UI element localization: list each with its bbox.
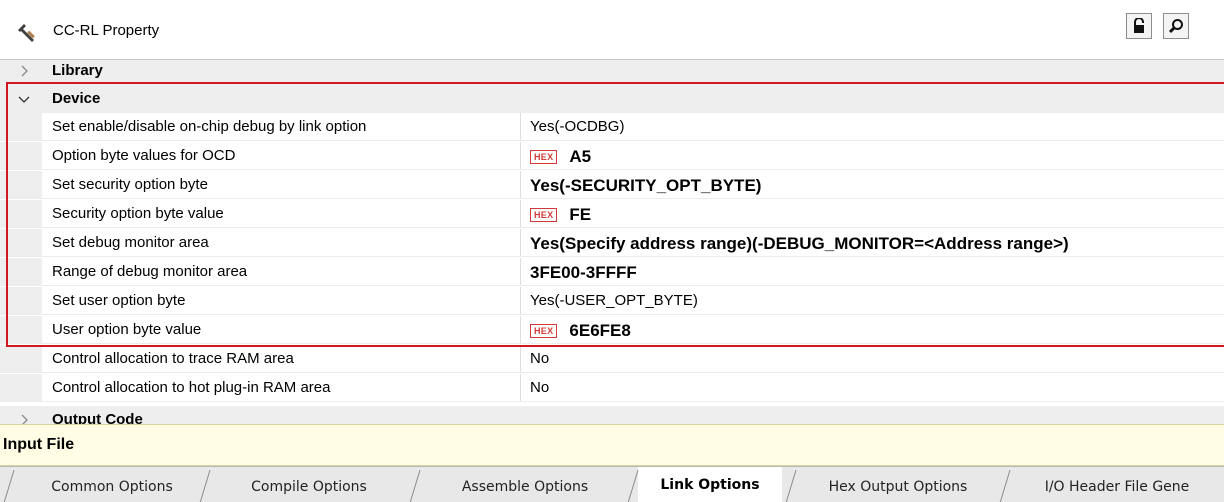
property-row[interactable]: Set user option byte Yes(-USER_OPT_BYTE) [0,287,1224,315]
property-name: Set debug monitor area [52,234,209,251]
chevron-right-icon [21,414,28,424]
row-indent-gutter [0,258,42,285]
column-divider [520,374,521,401]
property-value: 6E6FE8 [569,321,631,340]
property-grid: Library Device Set enable/disable on-chi… [0,60,1224,424]
property-name: Control allocation to hot plug-in RAM ar… [52,379,331,396]
property-value-cell[interactable]: HEX A5 [530,147,591,167]
property-row[interactable]: Control allocation to trace RAM area No [0,345,1224,373]
tab-separator [409,470,421,502]
property-value: Yes(Specify address range)(-DEBUG_MONITO… [530,234,1069,253]
row-indent-gutter [0,316,42,343]
tab-strip: Common Options Compile Options Assemble Op… [0,466,1224,502]
property-row[interactable]: User option byte value HEX 6E6FE8 [0,316,1224,344]
category-label: Library [52,62,103,79]
property-value: Yes(-SECURITY_OPT_BYTE) [530,176,762,195]
property-name: User option byte value [52,321,202,338]
lock-button[interactable] [1126,13,1152,39]
property-value-cell[interactable]: No [530,350,549,367]
column-divider [520,200,521,227]
tab-separator [3,470,15,502]
description-panel: Input File [0,424,1224,466]
search-button[interactable] [1163,13,1189,39]
column-divider [520,258,521,285]
hex-badge-icon: HEX [530,324,558,338]
category-label: Device [52,90,101,107]
property-value: Yes(-USER_OPT_BYTE) [530,292,698,309]
property-value-cell[interactable]: Yes(-USER_OPT_BYTE) [530,292,698,309]
property-row[interactable]: Range of debug monitor area 3FE00-3FFFF [0,258,1224,286]
column-divider [520,171,521,198]
property-name: Option byte values for OCD [52,147,236,164]
tab-common-options[interactable]: Common Options [14,470,210,502]
property-value-cell[interactable]: HEX FE [530,205,591,225]
column-divider [520,345,521,372]
hex-badge-icon: HEX [530,150,558,164]
property-value: FE [569,205,592,224]
property-row[interactable]: Set security option byte Yes(-SECURITY_OP… [0,171,1224,199]
column-divider [520,142,521,169]
row-indent-gutter [0,345,42,372]
magnifier-icon [1168,19,1183,34]
tab-separator [999,470,1011,502]
category-output-code[interactable]: Output Code [0,406,1224,424]
column-divider [520,113,521,140]
tab-compile-options[interactable]: Compile Options [210,470,408,502]
property-name: Set user option byte [52,292,186,309]
row-indent-gutter [0,229,42,256]
property-name: Set security option byte [52,176,208,193]
property-value: No [530,350,550,367]
tab-separator [199,470,211,502]
property-row[interactable]: Set enable/disable on-chip debug by link… [0,113,1224,141]
tab-assemble-options[interactable]: Assemble Options [420,470,630,502]
category-label: Output Code [52,411,143,424]
chevron-down-icon [18,96,30,103]
row-indent-gutter [0,142,42,169]
hex-badge-icon: HEX [530,208,558,222]
tab-hex-output-options[interactable]: Hex Output Options [796,470,1000,502]
row-indent-gutter [0,287,42,314]
property-value-cell[interactable]: HEX 6E6FE8 [530,321,631,341]
property-value: No [530,379,550,396]
property-value-cell[interactable]: Yes(-OCDBG) [530,118,624,135]
property-value-cell[interactable]: 3FE00-3FFFF [530,263,637,283]
property-name: Range of debug monitor area [52,263,248,280]
property-titlebar: CC-RL Property [0,0,1224,60]
window-title: CC-RL Property [53,22,160,39]
property-value: A5 [569,147,592,166]
tab-separator [785,470,797,502]
property-value-cell[interactable]: Yes(-SECURITY_OPT_BYTE) [530,176,761,196]
column-divider [520,316,521,343]
category-library[interactable]: Library [0,60,1224,85]
property-name: Set enable/disable on-chip debug by link… [52,118,367,135]
tab-i-o-header-file-gene[interactable]: I/O Header File Gene [1010,470,1224,502]
row-indent-gutter [0,171,42,198]
hammer-icon [18,24,35,42]
property-value: Yes(-OCDBG) [530,118,625,135]
property-row[interactable]: Option byte values for OCD HEX A5 [0,142,1224,170]
row-indent-gutter [0,113,42,140]
property-value-cell[interactable]: No [530,379,549,396]
property-value: 3FE00-3FFFF [530,263,637,282]
property-name: Security option byte value [52,205,224,222]
property-row[interactable]: Security option byte value HEX FE [0,200,1224,228]
column-divider [520,287,521,314]
row-indent-gutter [0,374,42,401]
tab-separator [627,470,639,502]
chevron-right-icon [21,65,28,77]
row-indent-gutter [0,200,42,227]
lock-icon [1134,18,1144,33]
property-row[interactable]: Control allocation to hot plug-in RAM ar… [0,374,1224,402]
column-divider [520,229,521,256]
property-row[interactable]: Set debug monitor area Yes(Specify addres… [0,229,1224,257]
property-value-cell[interactable]: Yes(Specify address range)(-DEBUG_MONITO… [530,234,1069,254]
tab-link-options[interactable]: Link Options [638,467,782,502]
category-device[interactable]: Device [0,85,1224,113]
description-title: Input File [3,436,75,453]
property-name: Control allocation to trace RAM area [52,350,294,367]
